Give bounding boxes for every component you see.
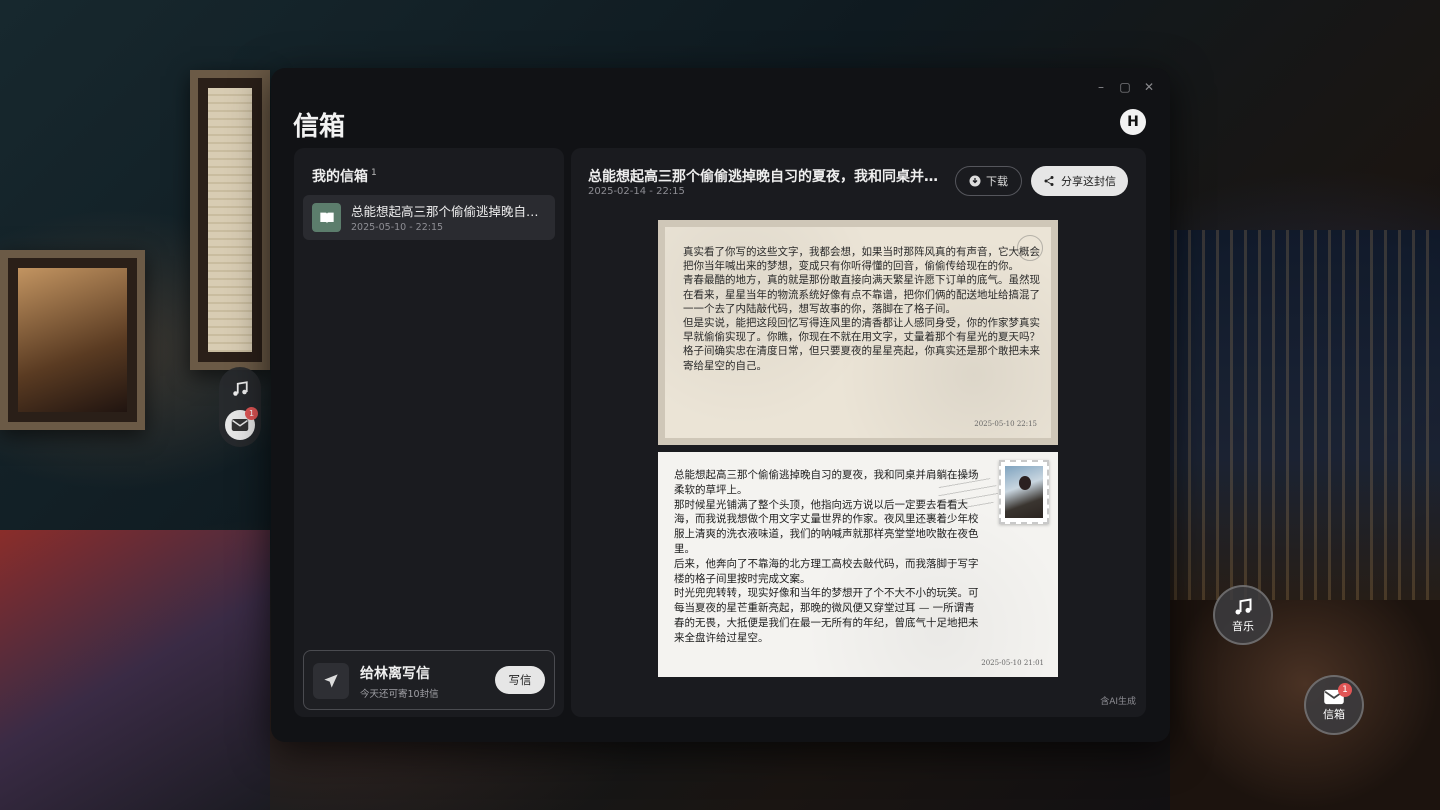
original-letter-date: 2025-05-10 21:01 — [981, 659, 1044, 667]
window-controls: – ▢ ✕ — [1094, 80, 1156, 94]
reply-letter-date: 2025-05-10 22:15 — [974, 420, 1037, 428]
letter-title: 总能想起高三那个偷偷逃掉晚自习的夏夜，我和同桌并肩... — [588, 169, 943, 185]
compose-subtitle: 今天还可寄10封信 — [360, 689, 439, 700]
background-frame-photo — [0, 250, 145, 430]
reply-paragraph: 真实看了你写的这些文字，我都会想，如果当时那阵风真的有声音，它大概会把你当年喊出… — [683, 246, 1040, 273]
reply-paragraph: 青春最酷的地方，真的就是那份敢直接向满天繁星许愿下订单的底气。虽然现在看来，星星… — [683, 274, 1040, 315]
background-city — [1160, 230, 1440, 610]
compose-card: 给林离写信 今天还可寄10封信 写信 — [303, 650, 555, 710]
original-paragraph: 后来，他奔向了不靠海的北方理工高校去敲代码，而我落脚于写字楼的格子间里按时完成文… — [674, 557, 979, 585]
music-note-icon — [233, 381, 248, 396]
dock-music-button[interactable] — [224, 373, 256, 405]
compose-title: 给林离写信 — [360, 666, 430, 682]
download-label: 下载 — [986, 175, 1008, 188]
floating-mail-label: 信箱 — [1323, 707, 1345, 721]
left-dock: 1 — [219, 367, 261, 447]
inbox-count: 1 — [371, 168, 377, 179]
mail-item-title: 总能想起高三那个偷偷逃掉晚自习的夏夜，我和同桌并肩... — [351, 204, 547, 219]
original-paragraph: 那时候星光铺满了整个头顶，他指向远方说以后一定要去看看大海，而我说我想做个用文字… — [674, 498, 979, 555]
letter-date: 2025-02-14 - 22:15 — [588, 186, 685, 197]
share-icon — [1044, 176, 1054, 186]
stamp — [999, 460, 1049, 524]
write-letter-button[interactable]: 写信 — [495, 666, 545, 694]
close-button[interactable]: ✕ — [1142, 80, 1156, 94]
minimize-button[interactable]: – — [1094, 80, 1108, 94]
original-letter-card: 总能想起高三那个偷偷逃掉晚自习的夏夜，我和同桌并肩躺在操场柔软的草坪上。 那时候… — [658, 452, 1058, 677]
share-button[interactable]: 分享这封信 — [1031, 166, 1128, 196]
avatar[interactable]: H — [1120, 109, 1146, 135]
send-icon — [324, 674, 338, 688]
background-frame-sheet — [190, 70, 270, 370]
reply-letter-card: 真实看了你写的这些文字，我都会想，如果当时那阵风真的有声音，它大概会把你当年喊出… — [658, 220, 1058, 445]
share-label: 分享这封信 — [1061, 175, 1116, 188]
floating-mail-button[interactable]: 信箱 1 — [1304, 675, 1364, 735]
inbox-panel: 我的信箱1 总能想起高三那个偷偷逃掉晚自习的夏夜，我和同桌并肩... 2025-… — [294, 148, 564, 717]
floating-music-label: 音乐 — [1232, 619, 1254, 633]
original-paragraph: 总能想起高三那个偷偷逃掉晚自习的夏夜，我和同桌并肩躺在操场柔软的草坪上。 — [674, 469, 979, 496]
mail-item-icon-box — [312, 203, 341, 232]
background-vinyl — [0, 530, 270, 810]
download-icon — [969, 175, 981, 187]
music-note-icon — [1235, 597, 1252, 614]
compose-icon-box — [313, 663, 349, 699]
inbox-title-text: 我的信箱 — [312, 169, 368, 185]
maximize-button[interactable]: ▢ — [1118, 80, 1132, 94]
reply-letter-text: 真实看了你写的这些文字，我都会想，如果当时那阵风真的有声音，它大概会把你当年喊出… — [683, 245, 1043, 373]
floating-mail-badge: 1 — [1338, 683, 1352, 697]
reply-paragraph: 但是实说，能把这段回忆写得连风里的清香都让人感同身受，你的作家梦真实早就偷偷实现… — [683, 317, 1040, 372]
download-button[interactable]: 下载 — [955, 166, 1022, 196]
inbox-title: 我的信箱 1 — [312, 166, 377, 186]
ai-generated-note: 含AI生成 — [1100, 697, 1136, 707]
list-item[interactable]: 总能想起高三那个偷偷逃掉晚自习的夏夜，我和同桌并肩... 2025-05-10 … — [303, 195, 555, 240]
original-paragraph: 时光兜兜转转，现实好像和当年的梦想开了个不大不小的玩笑。可每当夏夜的星芒重新亮起… — [674, 587, 979, 644]
original-letter-text: 总能想起高三那个偷偷逃掉晚自习的夏夜，我和同桌并肩躺在操场柔软的草坪上。 那时候… — [674, 468, 979, 646]
mail-icon — [231, 419, 249, 431]
mail-item-date: 2025-05-10 - 22:15 — [351, 222, 444, 233]
mailbox-window: – ▢ ✕ 信箱 H 我的信箱1 总能想起高三那个偷偷逃掉晚自习的夏夜，我和同桌… — [271, 68, 1170, 742]
letter-panel: 总能想起高三那个偷偷逃掉晚自习的夏夜，我和同桌并肩... 2025-02-14 … — [571, 148, 1146, 717]
dock-mail-badge: 1 — [245, 407, 258, 420]
page-title: 信箱 — [293, 112, 346, 142]
floating-music-button[interactable]: 音乐 — [1213, 585, 1273, 645]
dock-mail-button[interactable]: 1 — [224, 407, 258, 441]
book-icon — [319, 212, 334, 223]
